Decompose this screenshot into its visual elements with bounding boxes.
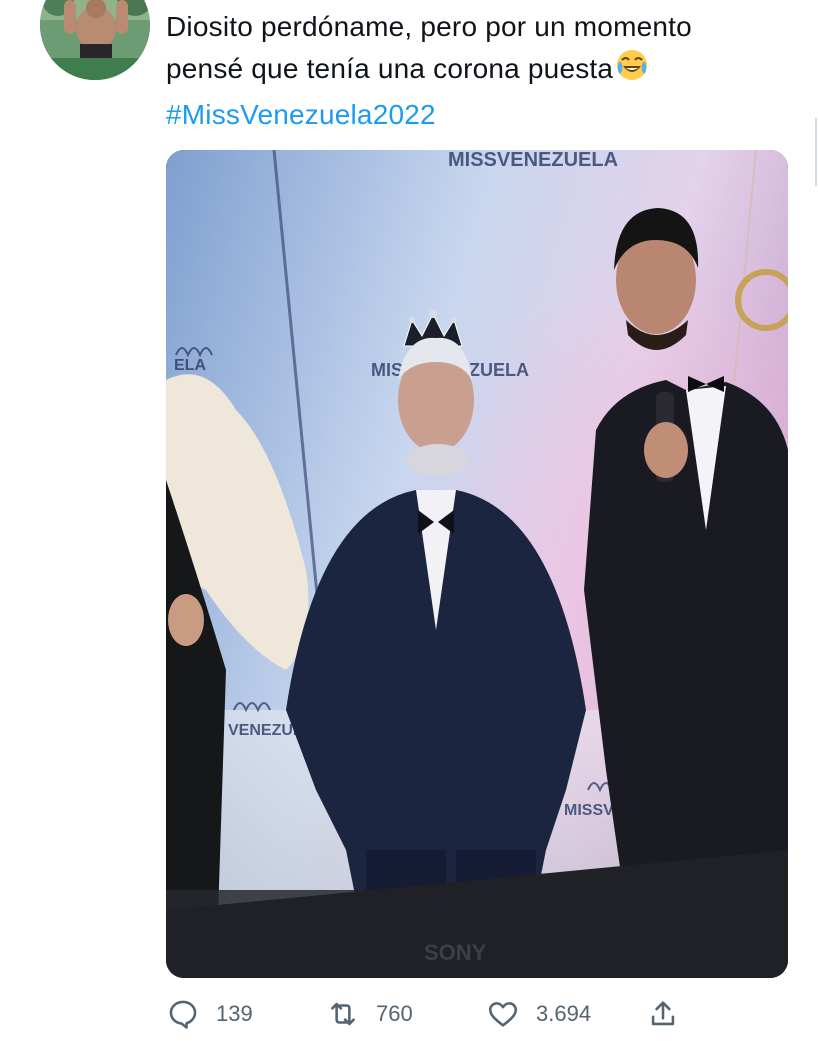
reply-button[interactable]: 139 — [166, 994, 253, 1034]
svg-text:ELA: ELA — [174, 357, 206, 374]
like-count: 3.694 — [536, 1001, 592, 1026]
share-button[interactable] — [646, 994, 680, 1034]
avatar[interactable] — [40, 0, 150, 80]
tweet: Diosito perdóname, pero por un momento p… — [0, 0, 818, 1041]
like-button[interactable]: 3.694 — [486, 994, 591, 1034]
reply-count: 139 — [216, 1001, 253, 1026]
tears-of-joy-emoji-icon — [615, 48, 649, 94]
retweet-icon — [331, 1002, 355, 1026]
tweet-text-line-1: Diosito perdóname, pero por un momento — [166, 11, 692, 42]
tweet-photo[interactable]: MISSVENEZUELA MISS VENEZUELA ELA VENEZUE… — [166, 150, 788, 978]
hashtag-link[interactable]: #MissVenezuela2022 — [166, 94, 786, 136]
scrollbar[interactable] — [815, 118, 817, 186]
tweet-text-line-2: pensé que tenía una corona puesta — [166, 53, 614, 84]
tv-brand-label: SONY — [424, 940, 487, 965]
like-icon — [488, 1002, 518, 1027]
svg-text:MISSVENEZUELA: MISSVENEZUELA — [448, 150, 618, 171]
reply-icon — [169, 1000, 197, 1029]
tweet-actions: 139 760 3.694 — [166, 994, 686, 1034]
retweet-count: 760 — [376, 1001, 413, 1026]
share-icon — [651, 1001, 675, 1026]
retweet-button[interactable]: 760 — [326, 994, 413, 1034]
tweet-text: Diosito perdóname, pero por un momento p… — [166, 6, 786, 136]
